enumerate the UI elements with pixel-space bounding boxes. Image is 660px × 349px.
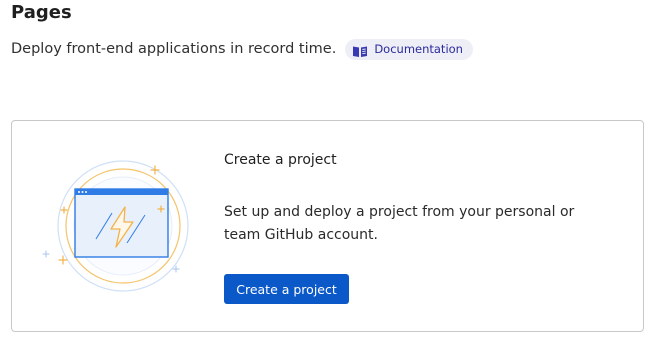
card-title: Create a project <box>224 152 337 168</box>
card-description: Set up and deploy a project from your pe… <box>224 204 575 243</box>
documentation-link-label: Documentation <box>374 42 463 56</box>
page-title: Pages <box>11 2 72 23</box>
create-project-card: Create a project Set up and deploy a pro… <box>11 120 644 332</box>
pages-page: Pages Deploy front-end applications in r… <box>0 0 660 349</box>
documentation-link[interactable]: Documentation <box>345 38 473 60</box>
browser-window-lightning-icon <box>41 151 191 301</box>
create-project-button[interactable]: Create a project <box>224 274 349 304</box>
page-subtitle: Deploy front-end applications in record … <box>11 41 337 57</box>
subtitle-row: Deploy front-end applications in record … <box>11 38 473 60</box>
book-icon <box>352 43 368 57</box>
